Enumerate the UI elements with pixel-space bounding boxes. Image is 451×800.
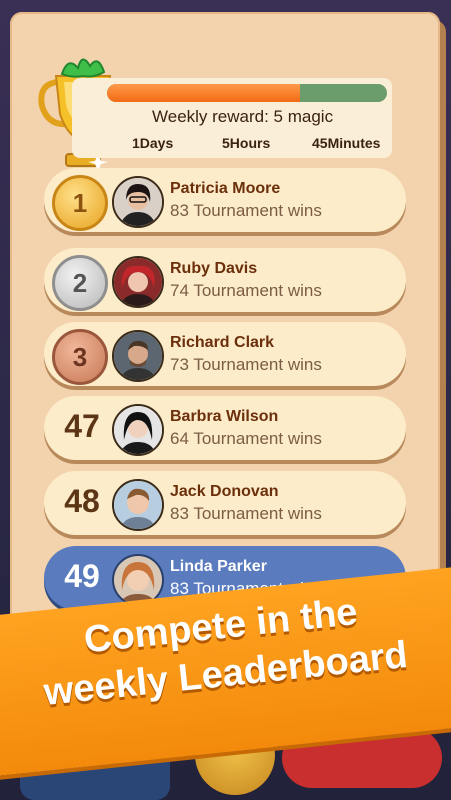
tournament-wins: 73 Tournament wins	[170, 355, 322, 374]
player-name: Barbra Wilson	[170, 408, 279, 425]
weekly-reward-card: Weekly reward: 5 magic 1Days 5Hours 45Mi…	[72, 78, 392, 158]
rank-number: 49	[64, 558, 100, 594]
rank-number: 48	[64, 483, 100, 519]
leaderboard-row[interactable]: 2 Ruby Davis 74 Tournament wins	[44, 248, 406, 312]
leaderboard-row[interactable]: 47 Barbra Wilson 64 Tournament wins	[44, 396, 406, 460]
player-name: Jack Donovan	[170, 483, 279, 500]
tournament-wins: 74 Tournament wins	[170, 281, 322, 300]
avatar	[112, 479, 164, 531]
player-name: Ruby Davis	[170, 260, 258, 277]
weekly-reward-text: Weekly reward: 5 magic	[152, 107, 334, 126]
countdown-days: 1Days	[132, 135, 174, 151]
tournament-wins: 83 Tournament wins	[170, 201, 322, 220]
leaderboard-row[interactable]: 48 Jack Donovan 83 Tournament wins	[44, 471, 406, 535]
silver-medal-icon: 2	[52, 255, 108, 311]
gold-medal-icon: 1	[52, 175, 108, 231]
player-name: Richard Clark	[170, 334, 275, 351]
player-name: Linda Parker	[170, 558, 267, 575]
reward-progress-fill	[107, 84, 301, 102]
avatar	[112, 330, 164, 382]
countdown-minutes: 45Minutes	[312, 135, 381, 151]
avatar	[112, 404, 164, 456]
tournament-wins: 83 Tournament wins	[170, 504, 322, 523]
tournament-wins: 64 Tournament wins	[170, 429, 322, 448]
reward-progress-track	[107, 84, 387, 102]
bronze-medal-icon: 3	[52, 329, 108, 385]
avatar	[112, 256, 164, 308]
player-name: Patricia Moore	[170, 180, 281, 197]
leaderboard-row[interactable]: 1 Patricia Moore 83 Tournament wins	[44, 168, 406, 232]
avatar	[112, 176, 164, 228]
countdown-hours: 5Hours	[222, 135, 271, 151]
rank-number: 47	[64, 408, 100, 444]
leaderboard-row[interactable]: 3 Richard Clark 73 Tournament wins	[44, 322, 406, 386]
